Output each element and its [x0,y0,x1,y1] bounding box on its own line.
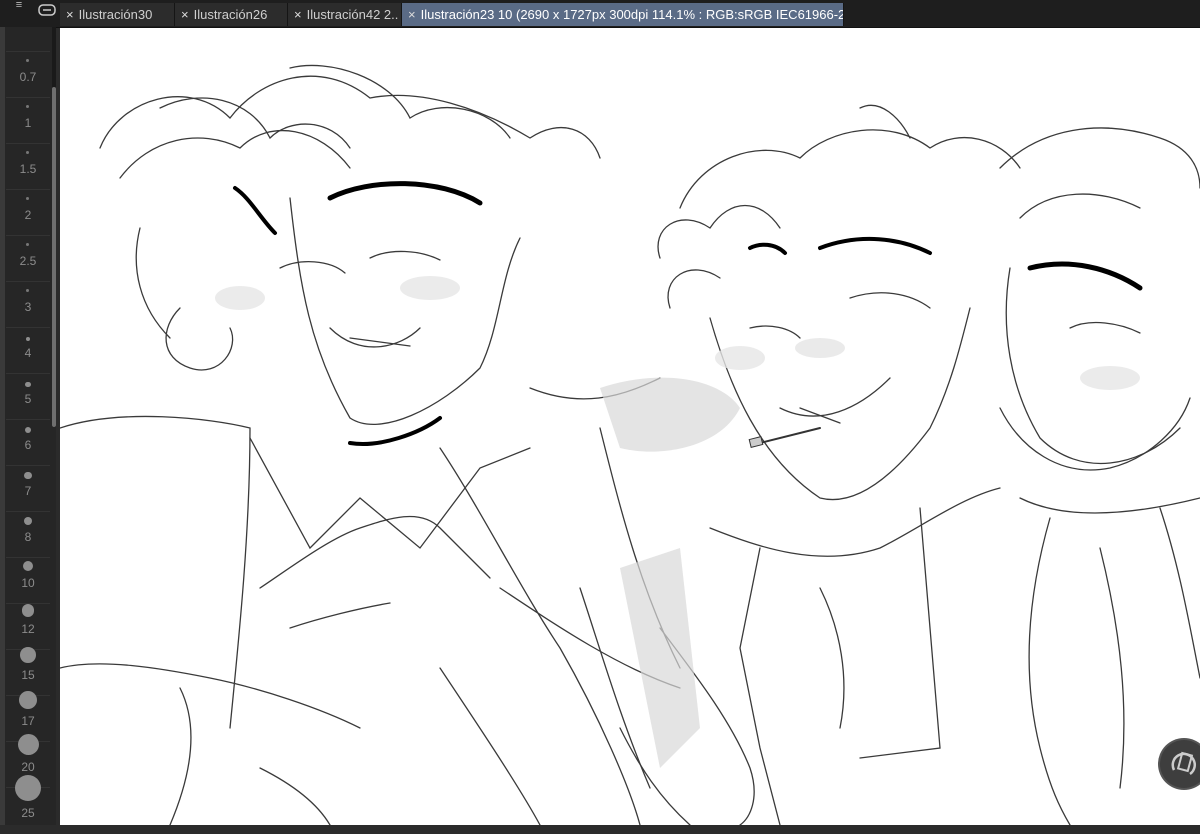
document-tab-bar: ≡ × Ilustración30 × Ilustración26 × Ilus… [0,0,1200,28]
tab-ilustracion30[interactable]: × Ilustración30 [60,3,175,26]
brush-size-label: 5 [24,392,32,406]
rotate-icon [1171,751,1197,776]
brush-dot-icon [17,734,39,755]
sketch-artwork [60,64,1200,825]
brush-dot-icon [26,197,29,200]
brush-size-label: 0.7 [19,70,37,84]
tab-list: × Ilustración30 × Ilustración26 × Ilustr… [60,3,844,27]
link-panel-icon[interactable] [37,2,57,18]
close-icon[interactable]: × [181,7,189,22]
brush-size-label: 2 [24,208,32,222]
brush-dot-icon [26,59,29,62]
brush-size-label: 3 [24,300,32,314]
palette-scroll-thumb[interactable] [52,87,56,427]
close-icon[interactable]: × [66,7,74,22]
close-icon[interactable]: × [294,7,302,22]
tab-label: Ilustración42 2.. [306,7,399,22]
brush-dot-icon [25,381,31,387]
brush-dot-icon [19,691,37,709]
brush-dot-icon [24,426,32,433]
brush-dot-icon [24,471,32,479]
tab-label: Ilustración23 10 (2690 x 1727px 300dpi 1… [420,7,844,22]
brush-size-label: 20 [21,760,35,774]
brush-dot-icon [25,336,31,341]
brush-size-label: 2.5 [19,254,37,268]
brush-size-label: 1 [24,116,32,130]
tab-ilustracion26[interactable]: × Ilustración26 [175,3,288,26]
brush-dot-icon [26,243,29,246]
brush-dot-icon [26,289,29,292]
drawing-canvas[interactable] [60,28,1200,825]
brush-size-label: 10 [21,576,35,590]
tab-label: Ilustración26 [193,7,268,22]
brush-size-label: 7 [24,484,32,498]
hamburger-icon[interactable]: ≡ [11,0,27,12]
tab-label: Ilustración30 [78,7,153,22]
close-icon[interactable]: × [408,7,416,22]
brush-dot-icon [20,647,36,663]
tab-ilustracion42[interactable]: × Ilustración42 2.. [288,3,402,26]
rotate-reset-button[interactable] [1160,740,1200,788]
brush-dot-icon [23,516,33,525]
brush-size-label: 4 [24,346,32,360]
brush-size-label: 1.5 [19,162,37,176]
brush-dot-icon [26,105,29,108]
brush-size-palette: 0.7 1 1.5 2 2.5 3 4 5 6 7 8 10 12 15 17 20 25 [0,27,56,825]
brush-size-label: 12 [21,622,35,636]
brush-dot-icon [15,775,41,801]
palette-edge [0,27,5,825]
brush-dot-icon [26,151,29,154]
brush-size-label: 8 [24,530,32,544]
brush-size-label: 17 [21,714,35,728]
brush-size-label: 15 [21,668,35,682]
brush-size-label: 6 [24,438,32,452]
tab-ilustracion23-active[interactable]: × Ilustración23 10 (2690 x 1727px 300dpi… [402,3,844,26]
brush-size-label: 25 [21,806,35,820]
